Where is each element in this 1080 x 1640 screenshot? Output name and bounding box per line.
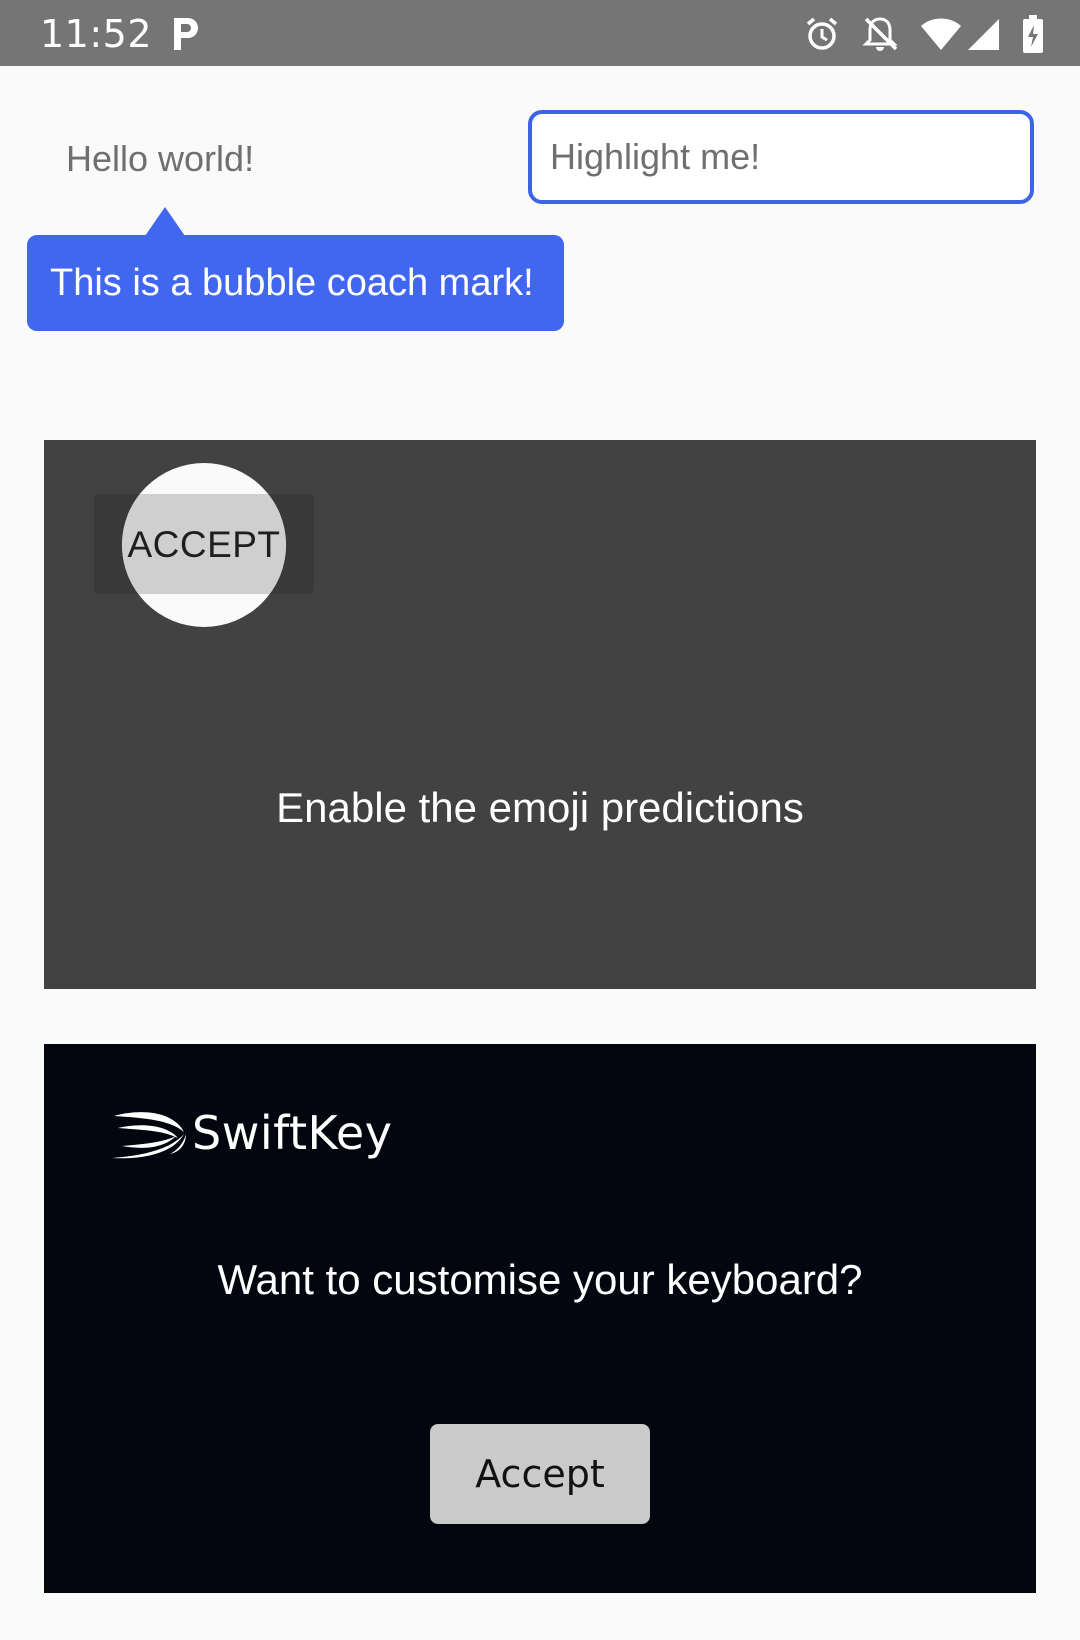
swiftkey-logo: SwiftKey bbox=[112, 1106, 392, 1160]
emoji-predictions-message: Enable the emoji predictions bbox=[276, 784, 804, 831]
wifi-icon bbox=[921, 18, 961, 50]
cell-signal-icon bbox=[968, 19, 999, 50]
bubble-coach-mark-text: This is a bubble coach mark! bbox=[50, 261, 534, 304]
swiftkey-card: SwiftKey Want to customise your keyboard… bbox=[44, 1044, 1036, 1593]
status-time: 11:52 bbox=[40, 12, 153, 56]
status-bar: 11:52 bbox=[0, 0, 1080, 66]
swiftkey-logo-text: SwiftKey bbox=[192, 1106, 393, 1160]
battery-charging-icon bbox=[1023, 15, 1043, 53]
parking-icon bbox=[174, 18, 198, 50]
accept-button-spotlight[interactable]: ACCEPT bbox=[122, 463, 286, 627]
bubble-coach-mark[interactable]: This is a bubble coach mark! bbox=[27, 235, 564, 331]
notifications-off-icon bbox=[862, 17, 898, 51]
swiftkey-accept-button[interactable]: Accept bbox=[430, 1424, 650, 1524]
accept-button-label: ACCEPT bbox=[127, 524, 281, 565]
status-icons bbox=[804, 14, 1044, 54]
swiftkey-logo-icon bbox=[112, 1112, 186, 1159]
bubble-coach-mark-pointer bbox=[145, 207, 185, 236]
hello-world-text: Hello world! bbox=[66, 138, 255, 179]
customise-keyboard-question: Want to customise your keyboard? bbox=[217, 1256, 863, 1303]
emoji-predictions-card: ACCEPT Enable the emoji predictions bbox=[44, 440, 1036, 989]
highlight-input[interactable] bbox=[528, 110, 1034, 204]
alarm-icon bbox=[806, 17, 838, 50]
